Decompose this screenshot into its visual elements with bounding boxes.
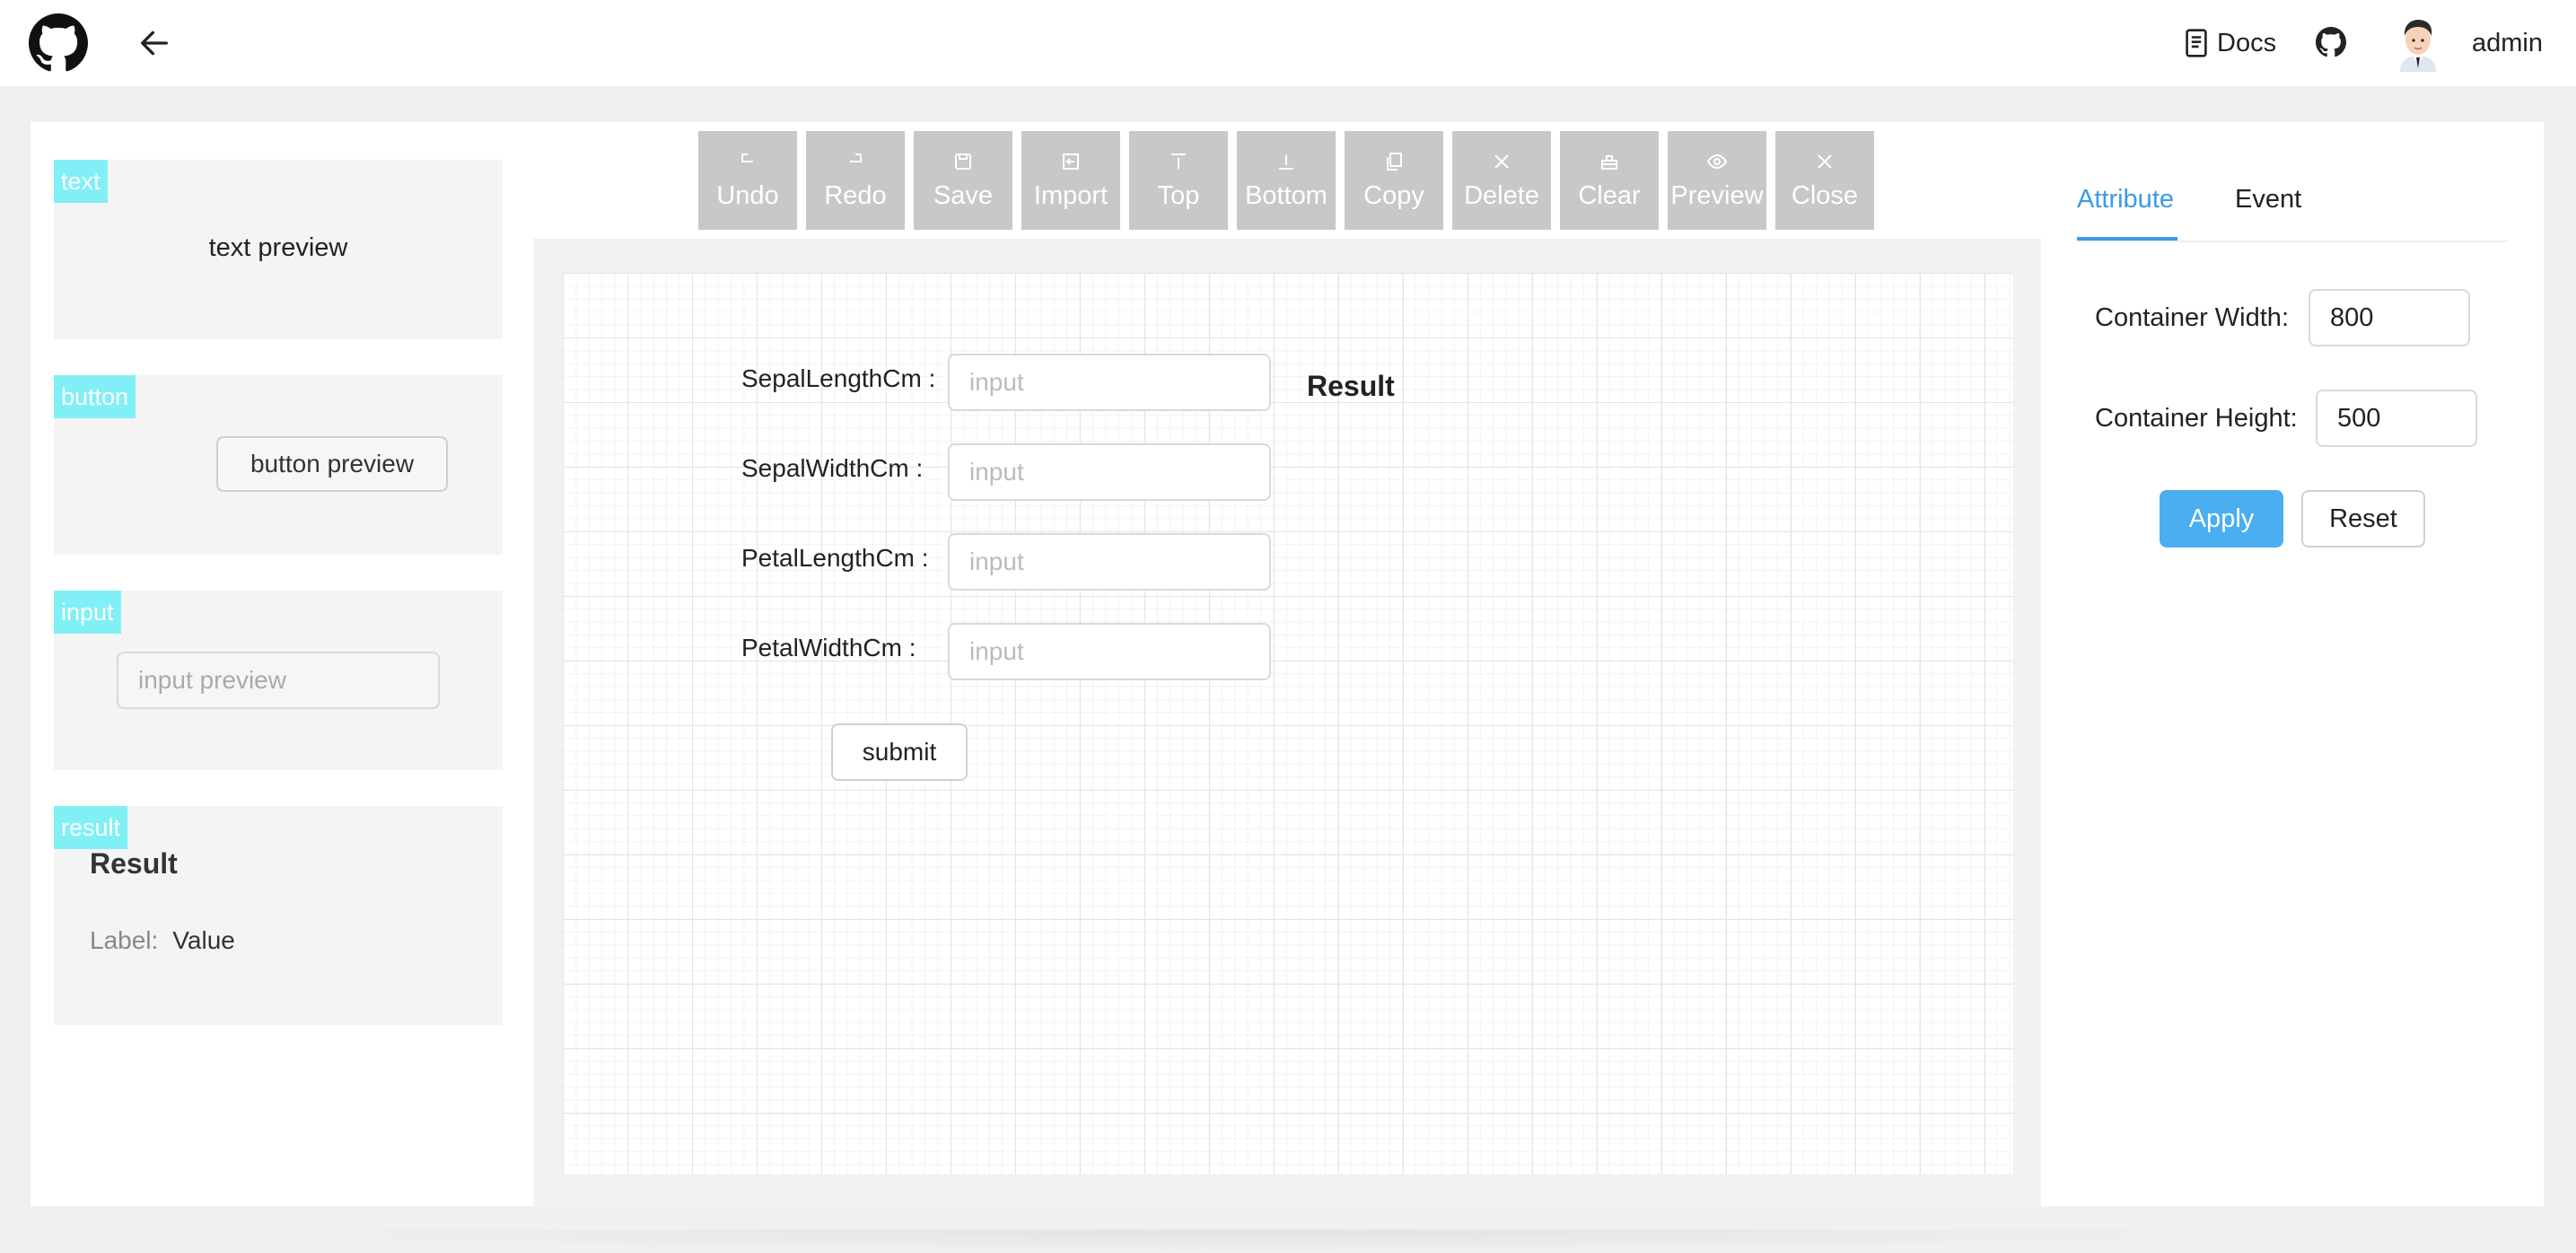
undo-label: Undo — [716, 180, 779, 210]
save-label: Save — [933, 180, 994, 210]
palette-text-card[interactable]: text text preview — [54, 160, 503, 339]
palette-tag: text — [54, 160, 108, 203]
clear-button[interactable]: Clear — [1560, 131, 1659, 230]
sepal-width-input[interactable]: input — [948, 443, 1271, 501]
container-width-input[interactable]: 800 — [2309, 289, 2470, 346]
result-preview-value: Value — [172, 926, 235, 954]
redo-label: Redo — [824, 180, 887, 210]
palette-tag: input — [54, 591, 121, 634]
canvas-result-title: Result — [1307, 370, 1395, 402]
sepal-length-input[interactable]: input — [948, 354, 1271, 411]
copy-button[interactable]: Copy — [1345, 131, 1443, 230]
github-icon[interactable] — [2316, 27, 2346, 57]
palette-result-card[interactable]: result Result Label: Value — [54, 806, 503, 1025]
reset-button[interactable]: Reset — [2301, 490, 2425, 548]
docs-label: Docs — [2217, 28, 2277, 57]
submit-button[interactable]: submit — [831, 723, 968, 781]
result-preview-row: Label: Value — [90, 926, 235, 955]
field-label-sepal-length: SepalLengthCm : — [741, 364, 936, 392]
copy-label: Copy — [1363, 180, 1424, 210]
field-label-sepal-width: SepalWidthCm : — [741, 454, 924, 482]
close-label: Close — [1791, 180, 1859, 210]
clear-icon — [1601, 154, 1617, 170]
preview-button[interactable]: Preview — [1668, 131, 1766, 230]
palette-tag: result — [54, 806, 128, 849]
delete-icon — [1494, 153, 1509, 169]
field-label-petal-width: PetalWidthCm : — [741, 634, 916, 662]
arrow-left-icon[interactable] — [136, 25, 172, 61]
top-header: Docs admin — [0, 0, 2576, 86]
result-preview-title: Result — [90, 847, 178, 880]
clear-label: Clear — [1578, 180, 1641, 210]
github-logo-icon[interactable] — [29, 13, 88, 73]
close-button[interactable]: Close — [1775, 131, 1874, 230]
undo-icon — [741, 153, 753, 162]
undo-button[interactable]: Undo — [698, 131, 797, 230]
text-preview: text preview — [208, 233, 348, 262]
design-canvas[interactable] — [563, 273, 2013, 1174]
button-preview: button preview — [216, 436, 448, 492]
import-icon — [1063, 153, 1079, 170]
top-button[interactable]: Top — [1129, 131, 1228, 230]
eye-icon — [1706, 153, 1728, 169]
bottom-shadow — [180, 1230, 2334, 1253]
delete-button[interactable]: Delete — [1452, 131, 1551, 230]
attribute-tabs: Attribute Event — [2077, 176, 2508, 242]
copy-icon — [1387, 152, 1402, 171]
tab-event[interactable]: Event — [2235, 185, 2301, 215]
result-preview-label: Label: — [90, 926, 159, 954]
bottom-label: Bottom — [1245, 180, 1327, 210]
redo-icon — [850, 153, 862, 162]
palette-tag: button — [54, 375, 136, 418]
top-label: Top — [1157, 180, 1200, 210]
active-tab-indicator — [2077, 237, 2177, 241]
tab-attribute[interactable]: Attribute — [2077, 185, 2174, 215]
container-width-label: Container Width: — [2095, 303, 2289, 332]
close-icon — [1818, 153, 1832, 169]
align-top-icon — [1171, 153, 1186, 169]
container-height-label: Container Height: — [2095, 404, 2298, 433]
redo-button[interactable]: Redo — [806, 131, 905, 230]
bottom-button[interactable]: Bottom — [1237, 131, 1336, 230]
save-button[interactable]: Save — [914, 131, 1012, 230]
petal-width-input[interactable]: input — [948, 623, 1271, 680]
preview-label: Preview — [1670, 180, 1764, 210]
field-label-petal-length: PetalLengthCm : — [741, 544, 929, 572]
container-height-input[interactable]: 500 — [2316, 390, 2477, 447]
editor-toolbar: Undo Redo Save Import Top Bottom Copy De… — [698, 131, 1874, 230]
import-button[interactable]: Import — [1021, 131, 1120, 230]
palette-button-card[interactable]: button button preview — [54, 375, 503, 555]
save-icon — [955, 153, 971, 170]
align-bottom-icon — [1279, 153, 1293, 170]
user-name[interactable]: admin — [2472, 25, 2543, 61]
input-preview: input preview — [117, 652, 440, 709]
docs-link[interactable]: Docs — [2185, 25, 2276, 61]
import-label: Import — [1033, 180, 1108, 210]
petal-length-input[interactable]: input — [948, 533, 1271, 591]
user-avatar[interactable] — [2393, 16, 2443, 72]
document-icon — [2186, 29, 2207, 57]
delete-label: Delete — [1464, 180, 1539, 210]
apply-button[interactable]: Apply — [2160, 490, 2283, 548]
palette-input-card[interactable]: input input preview — [54, 591, 503, 770]
